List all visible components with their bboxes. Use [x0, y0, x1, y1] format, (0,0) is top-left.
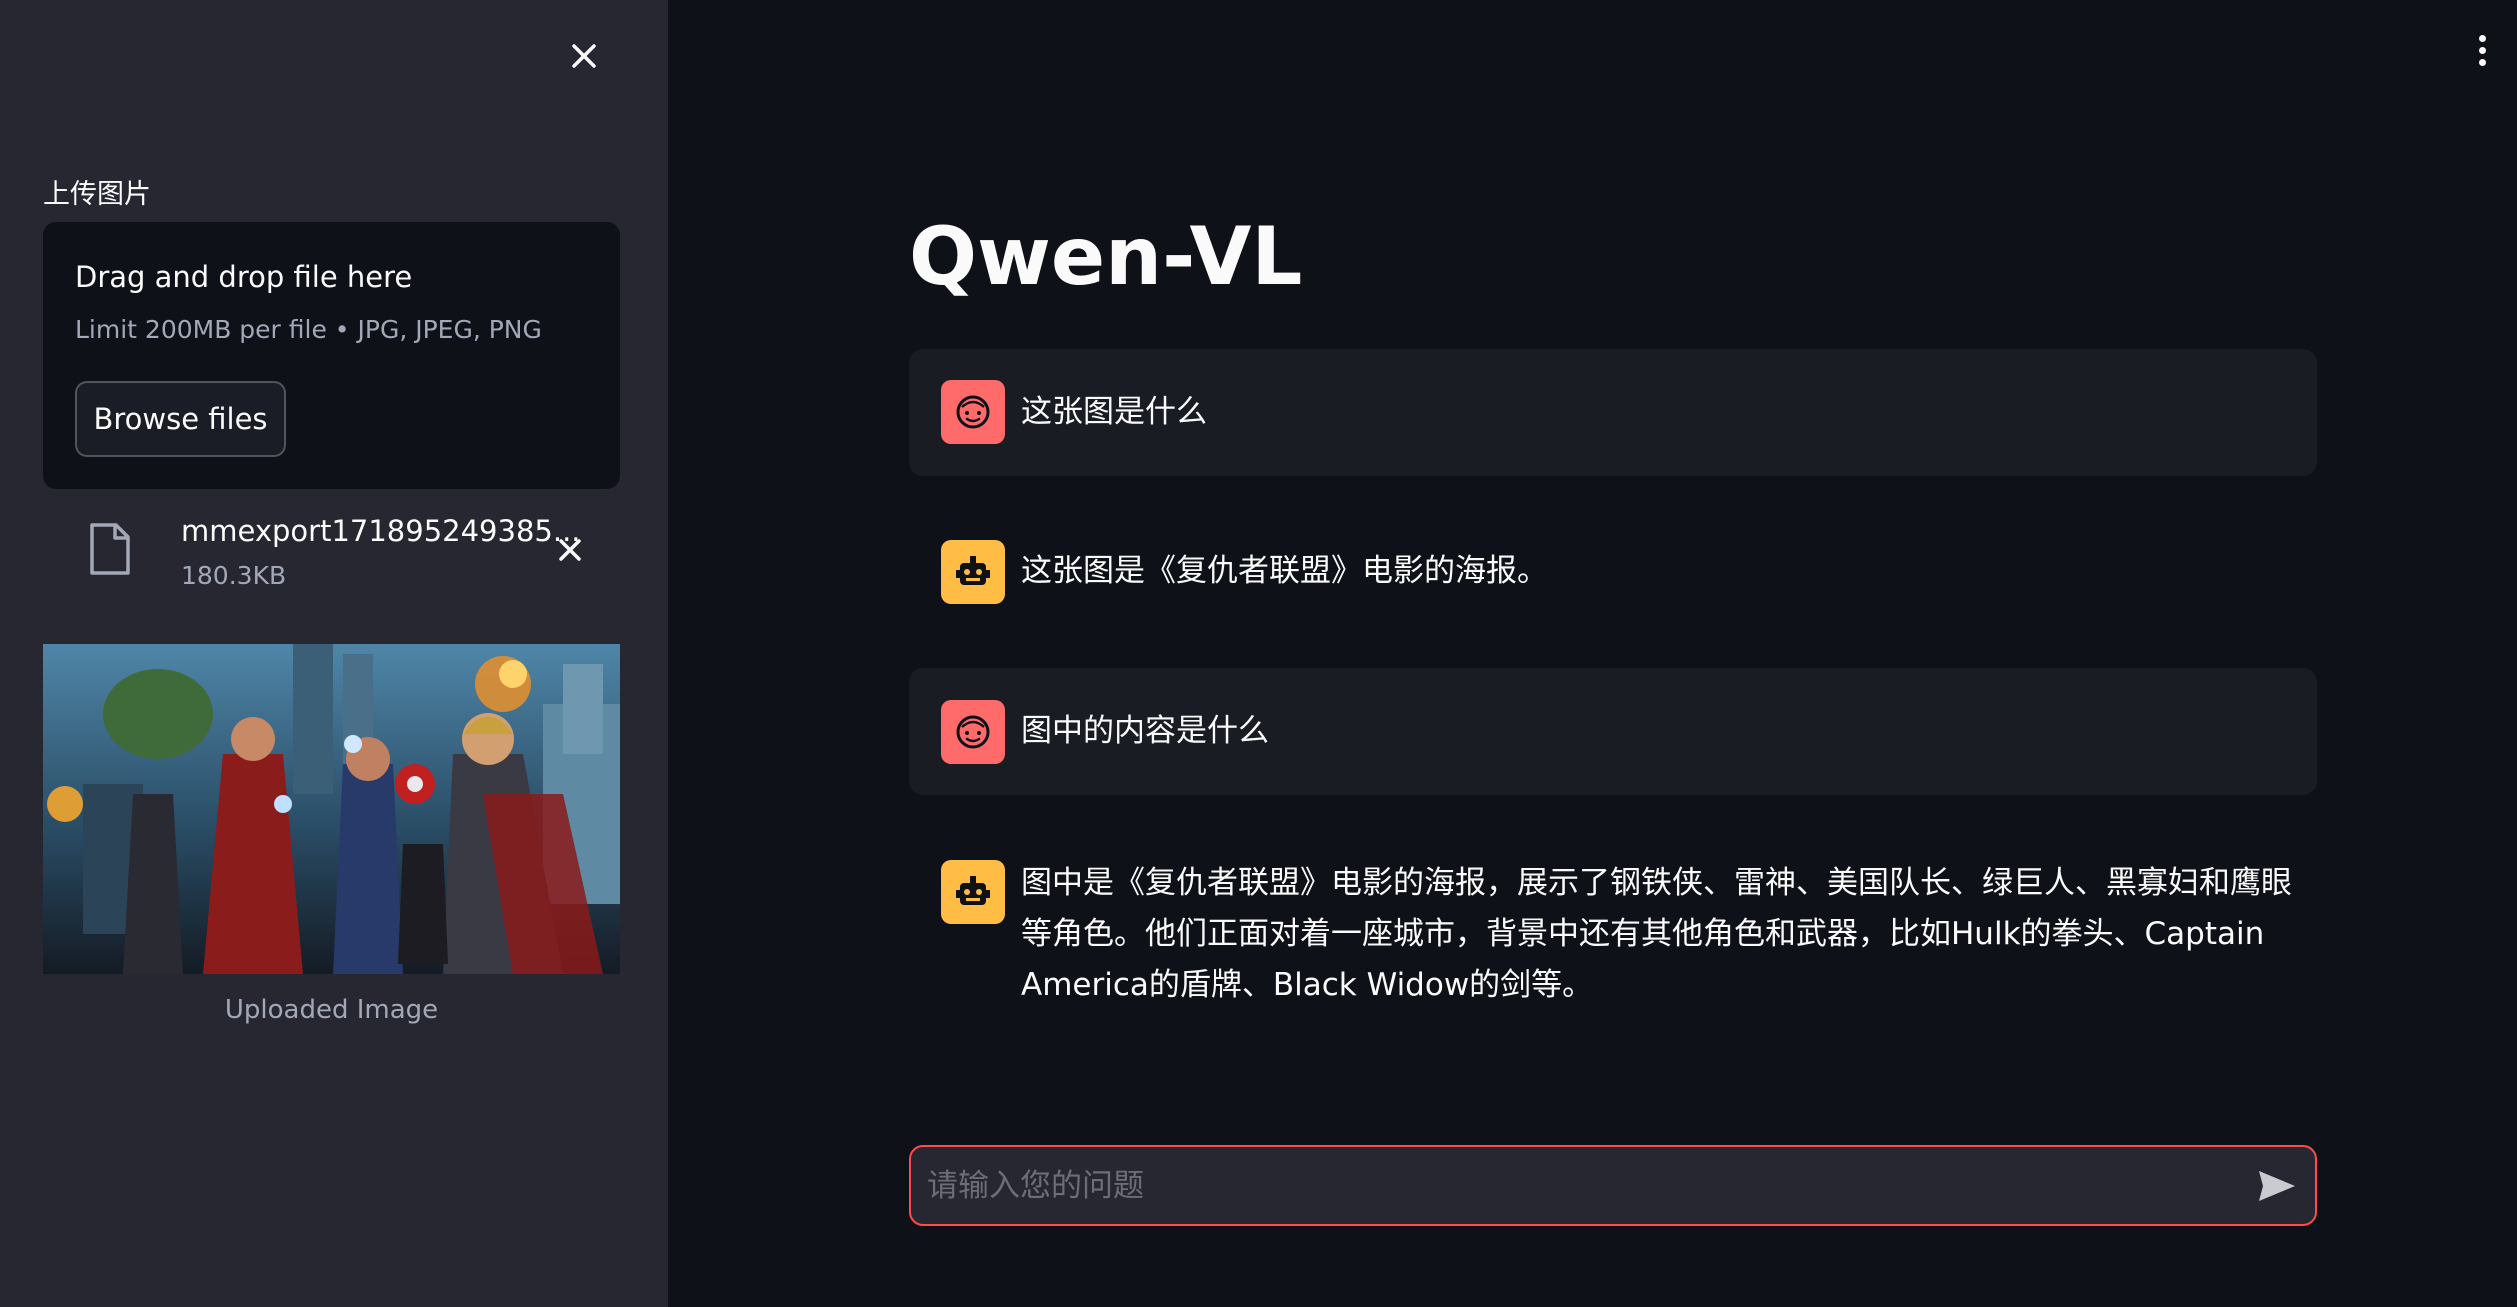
- close-icon: [572, 44, 596, 68]
- uploaded-file-item: mmexport171895249385... 180.3KB: [43, 510, 620, 606]
- chat-message-assistant: 图中是《复仇者联盟》电影的海报，展示了钢铁侠、雷神、美国队长、绿巨人、黑寡妇和鹰…: [909, 828, 2317, 1028]
- message-text: 图中的内容是什么: [1021, 713, 1269, 749]
- chat-message-user: 这张图是什么: [909, 349, 2317, 476]
- chat-message-assistant: 这张图是《复仇者联盟》电影的海报。: [909, 508, 2317, 635]
- dropzone-title: Drag and drop file here: [75, 260, 413, 294]
- face-icon: [956, 715, 990, 749]
- close-icon: [559, 539, 581, 561]
- message-text: 图中是《复仇者联盟》电影的海报，展示了钢铁侠、雷神、美国队长、绿巨人、黑寡妇和鹰…: [1021, 865, 2292, 1003]
- robot-icon: [956, 556, 990, 585]
- dropzone-limit: Limit 200MB per file • JPG, JPEG, PNG: [75, 315, 542, 344]
- assistant-avatar: [941, 540, 1005, 604]
- page-title: Qwen-VL: [909, 210, 1303, 303]
- more-vertical-icon: [2478, 34, 2486, 42]
- file-name: mmexport171895249385...: [181, 514, 581, 548]
- more-vertical-icon-dot: [2478, 46, 2486, 54]
- file-dropzone[interactable]: Drag and drop file here Limit 200MB per …: [43, 222, 620, 489]
- send-icon: [2259, 1171, 2295, 1201]
- assistant-avatar: [941, 860, 1005, 924]
- send-button[interactable]: [2253, 1163, 2301, 1209]
- file-size: 180.3KB: [181, 561, 287, 590]
- robot-icon: [956, 876, 990, 905]
- user-avatar: [941, 380, 1005, 444]
- user-avatar: [941, 700, 1005, 764]
- main-menu-button[interactable]: [2467, 30, 2497, 70]
- file-icon: [90, 523, 130, 575]
- remove-file-button[interactable]: [548, 528, 592, 572]
- face-icon: [956, 395, 990, 429]
- chat-message-user: 图中的内容是什么: [909, 668, 2317, 795]
- poster-image: [43, 644, 620, 974]
- image-caption: Uploaded Image: [224, 995, 439, 1025]
- more-vertical-icon-dot: [2478, 58, 2486, 66]
- uploaded-image-preview: [43, 644, 620, 974]
- browse-files-button[interactable]: Browse files: [75, 381, 286, 457]
- chat-input[interactable]: [927, 1147, 2227, 1224]
- sidebar: 上传图片 Drag and drop file here Limit 200MB…: [0, 0, 668, 1307]
- message-text: 这张图是《复仇者联盟》电影的海报。: [1021, 553, 1548, 589]
- uploader-label: 上传图片: [43, 179, 151, 210]
- chat-input-container: [909, 1145, 2317, 1226]
- message-text: 这张图是什么: [1021, 394, 1207, 430]
- close-sidebar-button[interactable]: [562, 34, 606, 78]
